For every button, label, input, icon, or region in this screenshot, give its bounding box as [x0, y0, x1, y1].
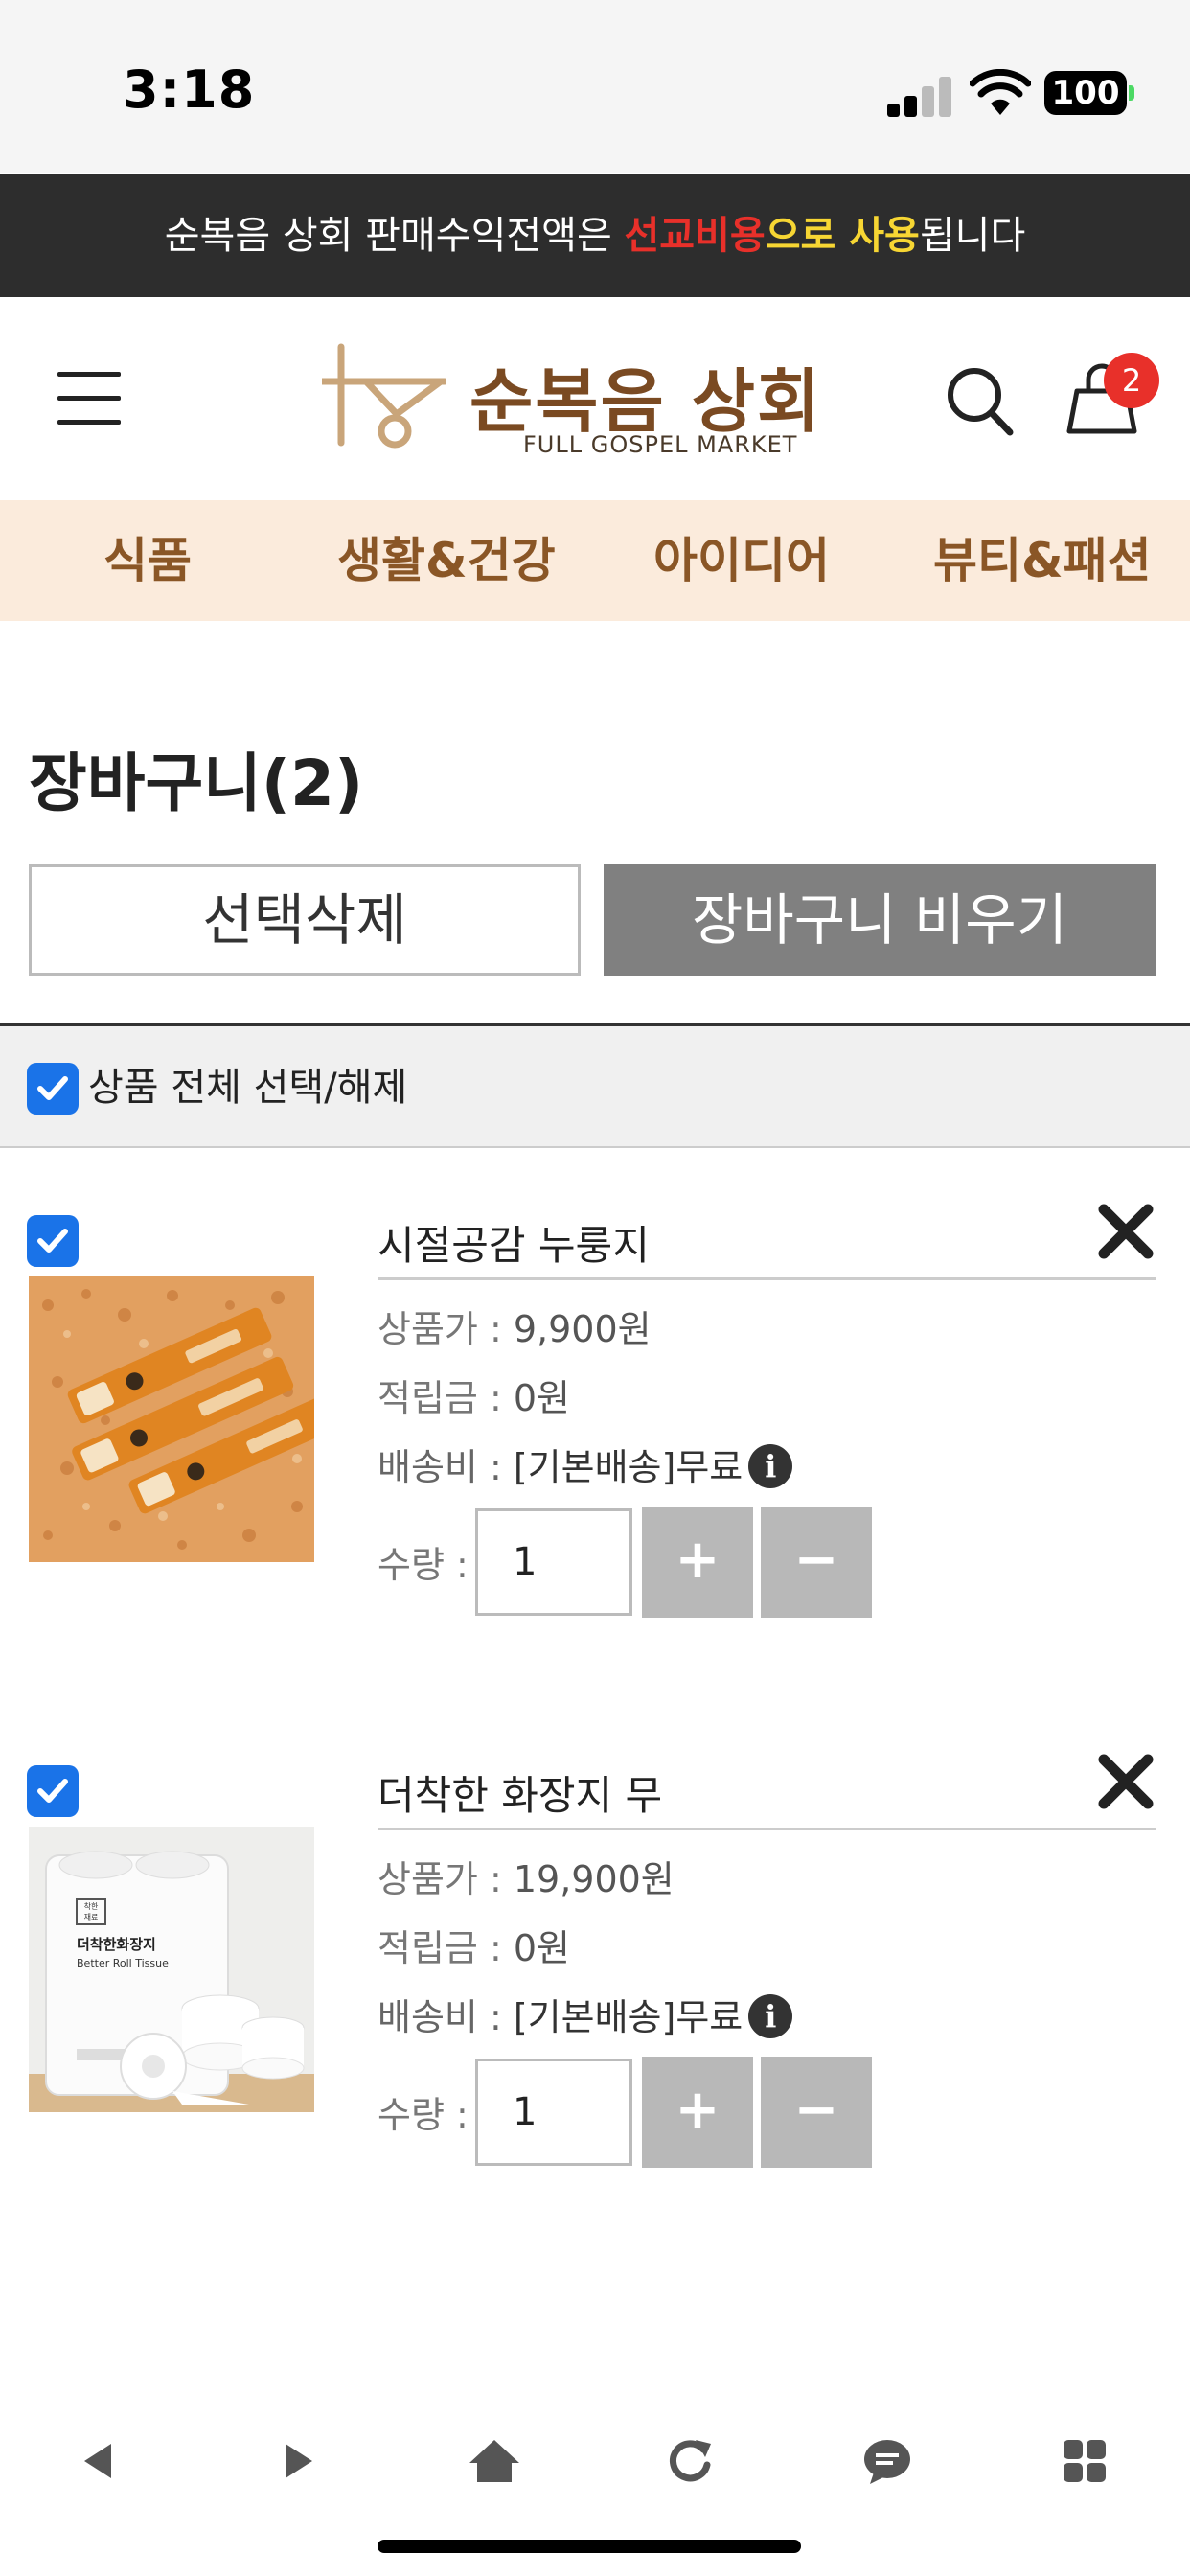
notice-suffix: 됩니다	[919, 214, 1026, 258]
shipping-label: 배송비 :	[378, 1446, 514, 1488]
select-all-label: 상품 전체 선택/해제	[88, 1066, 408, 1110]
shipping-label: 배송비 :	[378, 1996, 514, 2038]
quantity-label: 수량 :	[378, 2094, 469, 2136]
wifi-icon	[970, 69, 1031, 115]
menu-icon[interactable]	[57, 372, 121, 426]
category-beauty-fashion[interactable]: 뷰티&패션	[933, 500, 1152, 621]
status-bar: 3:18 100	[0, 0, 1190, 172]
item-divider	[378, 1277, 1156, 1280]
shipping-value: [기본배송]무료	[513, 1996, 744, 2038]
notice-banner: 순복음 상회 판매수익전액은 선교비용으로 사용됩니다	[0, 174, 1190, 297]
close-icon[interactable]	[1098, 1754, 1154, 1809]
quantity-plus-button[interactable]: +	[642, 2057, 753, 2168]
site-header: 순복음 상회 FULL GOSPEL MARKET 2	[0, 297, 1190, 500]
category-nav: 식품 생활&건강 아이디어 뷰티&패션	[0, 500, 1190, 621]
svg-text:재료: 재료	[84, 1913, 99, 1921]
quantity-minus-button[interactable]: −	[761, 1506, 872, 1618]
product-price: 상품가 : 9,900원	[378, 1300, 652, 1352]
refresh-icon[interactable]	[659, 2430, 721, 2492]
select-all-checkbox[interactable]	[27, 1063, 79, 1115]
product-thumbnail[interactable]: 착한 재료 더착한화장지 Better Roll Tissue 30	[29, 1827, 314, 2112]
logo-subtitle: FULL GOSPEL MARKET	[523, 431, 798, 458]
product-points: 적립금 : 0원	[378, 1919, 570, 1971]
back-icon[interactable]	[69, 2430, 130, 2492]
quantity-minus-button[interactable]: −	[761, 2057, 872, 2168]
select-all-bar: 상품 전체 선택/해제	[0, 1024, 1190, 1148]
product-shipping: 배송비 : [기본배송]무료 i	[378, 1988, 793, 2040]
item-divider	[378, 1828, 1156, 1830]
status-time: 3:18	[123, 59, 256, 120]
search-icon[interactable]	[945, 364, 1014, 437]
signal-icon	[887, 75, 952, 117]
home-indicator	[378, 2540, 801, 2553]
forward-icon[interactable]	[266, 2430, 328, 2492]
points-label: 적립금 :	[378, 1377, 514, 1419]
category-living-health[interactable]: 생활&건강	[337, 500, 556, 621]
home-icon[interactable]	[464, 2430, 525, 2492]
cart-item: 시절공감 누룽지 상품가 : 9,900원 적립금 : 0원 배송비 : [기본…	[0, 1204, 1190, 1702]
points-label: 적립금 :	[378, 1927, 514, 1969]
item-checkbox[interactable]	[27, 1765, 79, 1817]
svg-text:착한: 착한	[84, 1902, 99, 1911]
grid-icon[interactable]	[1054, 2430, 1115, 2492]
chat-icon[interactable]	[857, 2430, 918, 2492]
nurungji-product-image	[29, 1276, 314, 1562]
product-price: 상품가 : 19,900원	[378, 1850, 675, 1902]
thumb-subtitle: Better Roll Tissue	[77, 1957, 169, 1969]
product-points: 적립금 : 0원	[378, 1368, 570, 1421]
info-icon[interactable]: i	[748, 1443, 793, 1488]
empty-cart-button[interactable]: 장바구니 비우기	[604, 864, 1156, 976]
product-name[interactable]: 시절공감 누룽지	[378, 1213, 650, 1272]
quantity-label: 수량 :	[378, 1544, 469, 1586]
page-title: 장바구니(2)	[29, 747, 364, 820]
tissue-product-image: 착한 재료 더착한화장지 Better Roll Tissue 30	[29, 1827, 314, 2112]
category-food[interactable]: 식품	[103, 500, 192, 621]
delete-selected-button[interactable]: 선택삭제	[29, 864, 581, 976]
product-shipping: 배송비 : [기본배송]무료 i	[378, 1438, 793, 1490]
product-name[interactable]: 더착한 화장지 무	[378, 1763, 662, 1822]
battery-icon: 100	[1044, 71, 1127, 115]
cart-item: 착한 재료 더착한화장지 Better Roll Tissue 30 더착한 화…	[0, 1754, 1190, 2252]
quantity-input[interactable]	[475, 1508, 632, 1616]
close-icon[interactable]	[1098, 1204, 1154, 1259]
info-icon[interactable]: i	[748, 1993, 793, 2038]
points-value: 0원	[513, 1927, 570, 1969]
battery-tip	[1129, 85, 1134, 101]
logo-mark-icon	[322, 343, 446, 448]
site-logo[interactable]: 순복음 상회 FULL GOSPEL MARKET	[322, 339, 820, 464]
quantity-input[interactable]	[475, 2058, 632, 2166]
thumb-title: 더착한화장지	[77, 1936, 156, 1953]
quantity-plus-button[interactable]: +	[642, 1506, 753, 1618]
category-idea[interactable]: 아이디어	[653, 500, 830, 621]
price-value: 9,900원	[513, 1308, 652, 1350]
notice-highlight-red: 선교비용	[624, 214, 766, 258]
shipping-value: [기본배송]무료	[513, 1446, 744, 1488]
notice-highlight-yellow: 으로 사용	[765, 214, 920, 258]
price-label: 상품가 :	[378, 1308, 514, 1350]
price-label: 상품가 :	[378, 1858, 514, 1900]
price-value: 19,900원	[513, 1858, 675, 1900]
product-thumbnail[interactable]	[29, 1276, 314, 1562]
notice-prefix: 순복음 상회 판매수익전액은	[164, 214, 625, 258]
points-value: 0원	[513, 1377, 570, 1419]
item-checkbox[interactable]	[27, 1215, 79, 1267]
cart-count-badge: 2	[1104, 353, 1159, 408]
